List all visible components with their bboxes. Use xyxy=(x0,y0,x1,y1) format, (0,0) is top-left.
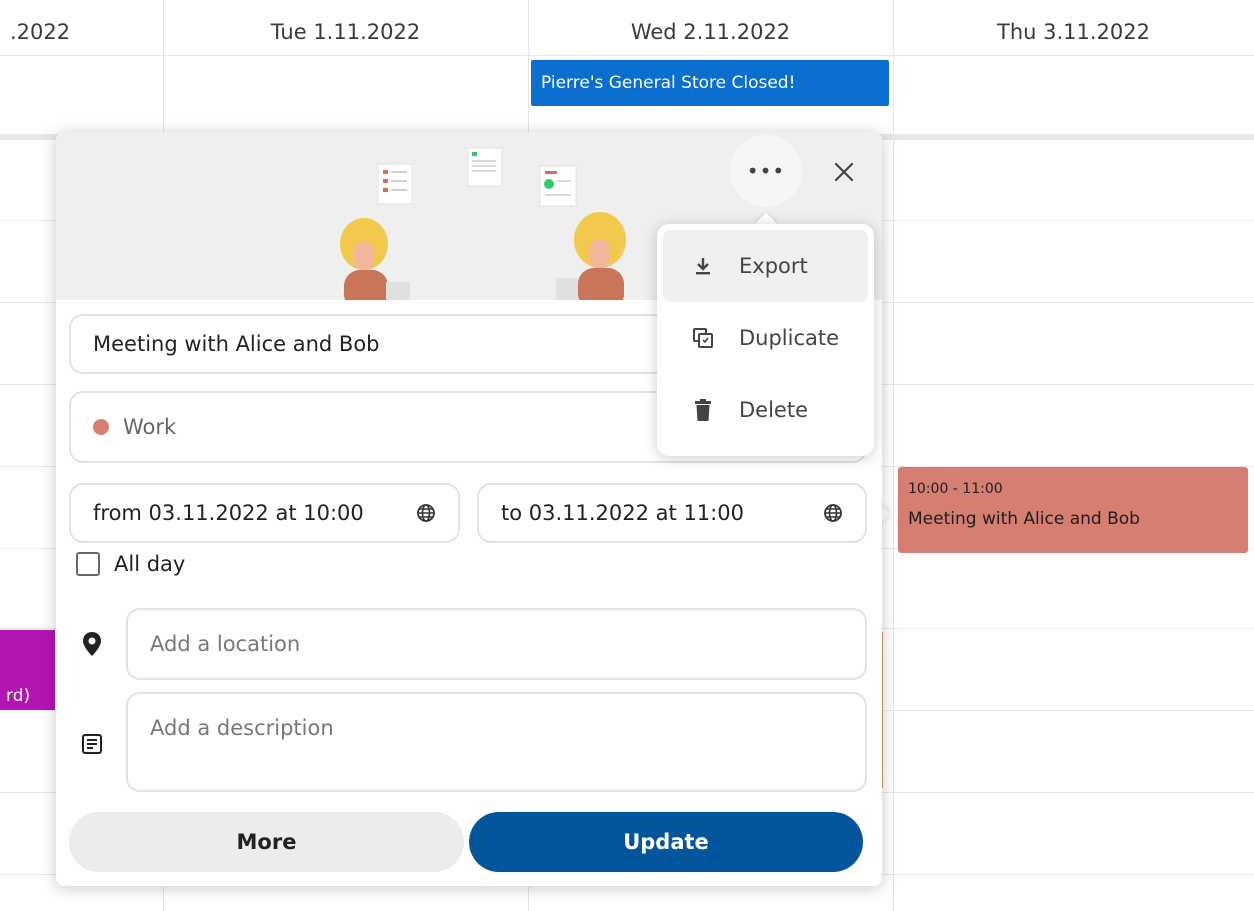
globe-icon[interactable] xyxy=(823,503,843,523)
update-button[interactable]: Update xyxy=(469,812,863,872)
menu-item-duplicate[interactable]: Duplicate xyxy=(663,302,868,374)
more-actions-button[interactable]: ••• xyxy=(730,135,802,207)
start-date-value: from 03.11.2022 at 10:00 xyxy=(93,501,364,525)
event-time: 10:00 - 11:00 xyxy=(908,481,1003,497)
trash-icon xyxy=(689,396,717,424)
calendar-color-dot xyxy=(93,419,109,435)
location-placeholder: Add a location xyxy=(150,632,301,656)
calendar-name: Work xyxy=(123,415,177,439)
column-header-mon[interactable]: .2022 xyxy=(0,12,80,52)
column-header-tue[interactable]: Tue 1.11.2022 xyxy=(163,12,528,52)
calendar-event-meeting[interactable]: 10:00 - 11:00 Meeting with Alice and Bob xyxy=(898,467,1248,553)
location-pin-icon xyxy=(78,630,106,658)
description-icon xyxy=(78,730,106,758)
close-button[interactable] xyxy=(822,150,866,194)
close-icon xyxy=(834,162,854,182)
more-horizontal-icon: ••• xyxy=(746,159,786,183)
end-date-picker[interactable]: to 03.11.2022 at 11:00 xyxy=(477,483,867,543)
menu-item-label: Delete xyxy=(739,398,808,422)
column-header-thu[interactable]: Thu 3.11.2022 xyxy=(893,12,1254,52)
menu-item-export[interactable]: Export xyxy=(663,230,868,302)
all-day-checkbox[interactable] xyxy=(76,552,100,576)
start-date-picker[interactable]: from 03.11.2022 at 10:00 xyxy=(69,483,460,543)
calendar-week-view: .2022 Tue 1.11.2022 Wed 2.11.2022 Thu 3.… xyxy=(0,0,1254,911)
all-day-toggle[interactable]: All day xyxy=(76,552,185,576)
allday-event[interactable]: Pierre's General Store Closed! xyxy=(531,60,889,106)
menu-arrow xyxy=(754,206,778,226)
menu-item-label: Export xyxy=(739,254,808,278)
grid-divider xyxy=(0,55,1254,56)
event-title-value: Meeting with Alice and Bob xyxy=(93,332,380,356)
more-button[interactable]: More xyxy=(69,812,464,872)
duplicate-icon xyxy=(689,324,717,352)
description-placeholder: Add a description xyxy=(150,716,334,740)
all-day-label: All day xyxy=(114,552,186,576)
description-input[interactable]: Add a description xyxy=(126,692,867,792)
globe-icon[interactable] xyxy=(416,503,436,523)
menu-item-label: Duplicate xyxy=(739,326,840,350)
calendar-event-purple[interactable]: rd) xyxy=(0,630,55,710)
menu-item-delete[interactable]: Delete xyxy=(663,374,868,446)
event-title: Meeting with Alice and Bob xyxy=(908,509,1140,529)
location-input[interactable]: Add a location xyxy=(126,608,867,680)
column-header-wed[interactable]: Wed 2.11.2022 xyxy=(528,12,893,52)
actions-menu: Export Duplicate Delete xyxy=(657,224,874,456)
download-icon xyxy=(689,252,717,280)
end-date-value: to 03.11.2022 at 11:00 xyxy=(501,501,744,525)
